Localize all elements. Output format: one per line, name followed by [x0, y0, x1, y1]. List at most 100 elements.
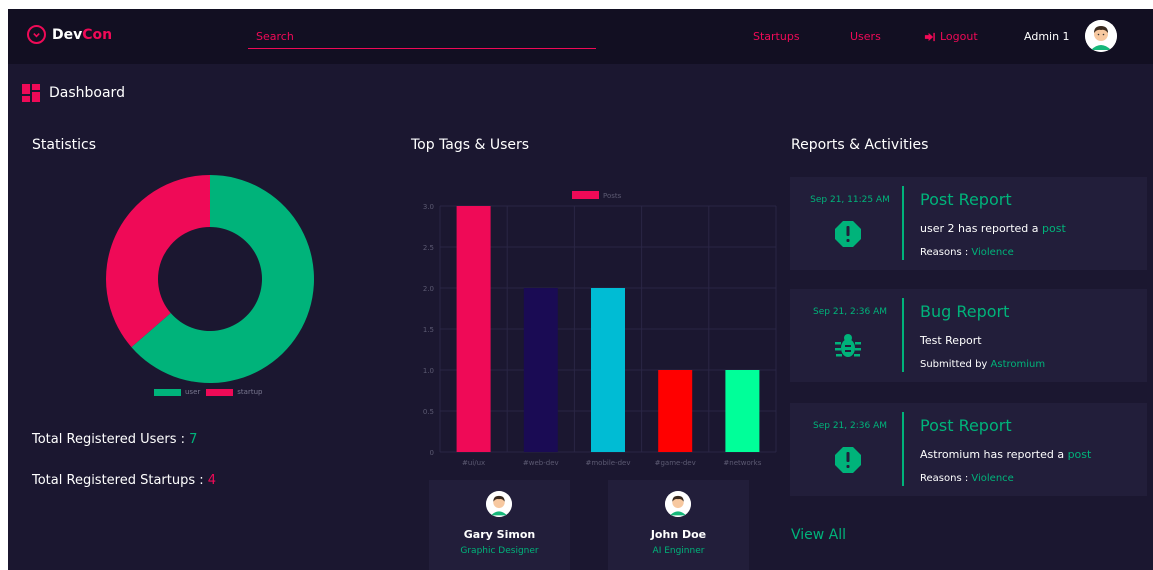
- total-startups-value: 4: [207, 473, 217, 488]
- x-tick-label: #networks: [723, 459, 761, 467]
- nav-link-users[interactable]: Users: [850, 30, 881, 43]
- x-tick-label: #web-dev: [523, 459, 559, 467]
- y-tick-label: 3.0: [423, 203, 434, 211]
- y-tick-label: 0.5: [423, 408, 434, 416]
- report-submitter-label: Submitted by: [920, 359, 991, 370]
- report-divider: [902, 412, 904, 486]
- statistics-title: Statistics: [32, 137, 96, 153]
- report-card[interactable]: Sep 21, 2:36 AM Bug Report Test Report S…: [790, 289, 1147, 382]
- report-title: Bug Report: [920, 302, 1010, 321]
- report-title: Post Report: [920, 190, 1012, 209]
- top-user-card[interactable]: John Doe AI Enginner: [608, 480, 749, 570]
- report-divider: [902, 298, 904, 372]
- y-tick-label: 2.0: [423, 285, 434, 293]
- user-role: Graphic Designer: [460, 546, 539, 556]
- logout-button[interactable]: Logout: [924, 30, 978, 43]
- total-startups-label: Total Registered Startups :: [32, 473, 204, 488]
- legend-swatch-startup: [206, 388, 234, 396]
- total-users-value: 7: [189, 432, 198, 447]
- logo-icon: [27, 25, 46, 44]
- report-date: Sep 21, 2:36 AM: [813, 307, 887, 317]
- donut-legend: user startup: [154, 388, 262, 396]
- y-tick-label: 2.5: [423, 244, 434, 252]
- report-text: Astromium has reported a: [920, 448, 1068, 461]
- brand-logo[interactable]: DevCon: [27, 25, 112, 44]
- report-text: Test Report: [920, 334, 982, 347]
- admin-name[interactable]: Admin 1: [1024, 30, 1070, 43]
- logout-label: Logout: [940, 30, 978, 43]
- bar-networks: [725, 370, 760, 452]
- user-avatar-icon: [486, 491, 512, 517]
- user-avatar-icon: [665, 491, 691, 517]
- x-tick-label: #mobile-dev: [585, 459, 630, 467]
- x-tick-label: #ui/ux: [462, 459, 485, 467]
- bar-mobile-dev: [591, 288, 625, 452]
- user-avatar-icon: [1085, 20, 1117, 52]
- y-tick-label: 1.0: [423, 367, 434, 375]
- legend-label-posts: Posts: [603, 192, 622, 200]
- bar-chart: 0 0.5 1.0 1.5 2.0 2.5 3.0 #ui/ux #web-dev #mobile…: [400, 179, 785, 473]
- top-tags-title: Top Tags & Users: [411, 137, 530, 153]
- legend-label-user: user: [185, 388, 201, 396]
- user-name: Gary Simon: [463, 528, 536, 541]
- report-date: Sep 21, 2:36 AM: [813, 421, 887, 431]
- brand-prefix: Dev: [52, 26, 83, 43]
- total-users-stat: Total Registered Users : 7: [32, 432, 197, 447]
- report-submitter: Submitted by Astromium: [920, 359, 1045, 370]
- report-reason-label: Reasons :: [920, 247, 972, 258]
- bug-icon: [835, 333, 861, 363]
- report-post-link[interactable]: post: [1068, 448, 1092, 461]
- report-divider: [902, 186, 904, 260]
- page-title-text: Dashboard: [49, 85, 125, 101]
- report-text: user 2 has reported a: [920, 222, 1043, 235]
- report-reason-value: Violence: [971, 473, 1014, 484]
- y-tick-label: 1.5: [423, 326, 434, 334]
- bar-game-dev: [658, 370, 693, 452]
- user-name: John Doe: [650, 528, 707, 541]
- report-card[interactable]: Sep 21, 11:25 AM Post Report user 2 has …: [790, 177, 1147, 270]
- avatar: [665, 491, 691, 517]
- page-title: Dashboard: [22, 84, 125, 102]
- y-tick-label: 0: [430, 449, 434, 457]
- report-submitter-value[interactable]: Astromium: [991, 359, 1046, 370]
- legend-swatch-user: [154, 388, 181, 396]
- legend-label-startup: startup: [237, 388, 263, 396]
- report-date: Sep 21, 11:25 AM: [810, 195, 890, 205]
- report-reason-value: Violence: [971, 247, 1014, 258]
- report-reason: Reasons : Violence: [920, 473, 1014, 484]
- total-users-label: Total Registered Users :: [32, 432, 186, 447]
- bar-ui-ux: [456, 206, 491, 452]
- report-reason-label: Reasons :: [920, 473, 972, 484]
- brand-suffix: Con: [82, 26, 113, 43]
- brand-name: DevCon: [52, 27, 112, 43]
- donut-slice-startup: [106, 175, 210, 348]
- reports-title: Reports & Activities: [791, 137, 929, 153]
- report-description: Test Report: [920, 334, 982, 347]
- view-all-link[interactable]: View All: [791, 527, 846, 543]
- report-card[interactable]: Sep 21, 2:36 AM Post Report Astromium ha…: [790, 403, 1147, 496]
- top-user-card[interactable]: Gary Simon Graphic Designer: [429, 480, 570, 570]
- bar-chart-svg: 0 0.5 1.0 1.5 2.0 2.5 3.0 #ui/ux #web-dev #mobile…: [423, 191, 777, 467]
- user-role: AI Enginner: [652, 546, 705, 556]
- report-title: Post Report: [920, 416, 1012, 435]
- nav-link-startups[interactable]: Startups: [753, 30, 800, 43]
- report-description: user 2 has reported a post: [920, 222, 1066, 235]
- alert-octagon-icon: [835, 221, 861, 251]
- bar-web-dev: [523, 288, 558, 452]
- alert-octagon-icon: [835, 447, 861, 477]
- donut-chart: [105, 174, 315, 388]
- avatar[interactable]: [1085, 20, 1117, 52]
- x-tick-label: #game-dev: [655, 459, 696, 467]
- search-input[interactable]: [248, 24, 596, 49]
- logout-icon: [924, 32, 935, 41]
- report-description: Astromium has reported a post: [920, 448, 1091, 461]
- navbar: DevCon Startups Users Logout Admin 1: [8, 9, 1153, 64]
- app-window: DevCon Startups Users Logout Admin 1: [8, 9, 1153, 570]
- report-post-link[interactable]: post: [1042, 222, 1066, 235]
- dashboard-icon: [22, 84, 40, 102]
- donut-svg: [106, 175, 314, 383]
- legend-swatch-posts: [572, 191, 599, 199]
- report-reason: Reasons : Violence: [920, 247, 1014, 258]
- avatar: [486, 491, 512, 517]
- total-startups-stat: Total Registered Startups : 4: [32, 473, 216, 488]
